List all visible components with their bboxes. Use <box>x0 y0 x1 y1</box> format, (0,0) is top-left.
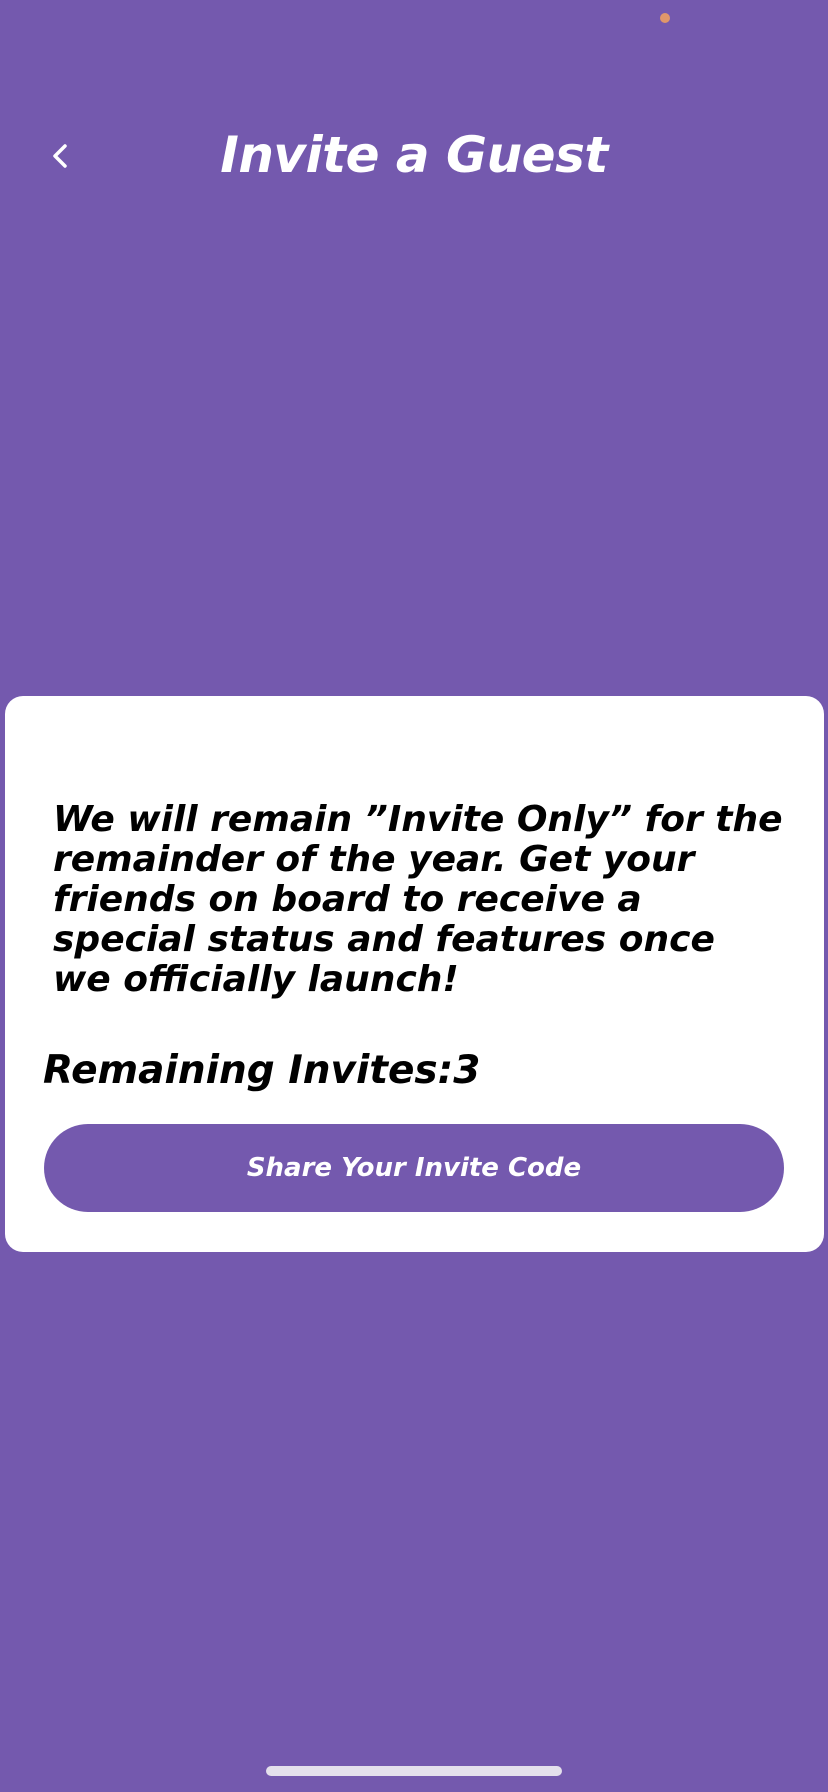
remaining-invites-count: 3 <box>453 1048 481 1093</box>
share-invite-code-button[interactable]: Share Your Invite Code <box>44 1124 784 1212</box>
remaining-invites: Remaining Invites:3 <box>43 1048 480 1094</box>
page-title: Invite a Guest <box>220 126 608 184</box>
invite-card: We will remain ”Invite Only” for the rem… <box>5 696 824 1252</box>
remaining-invites-label: Remaining Invites: <box>43 1048 454 1093</box>
home-indicator[interactable] <box>266 1766 562 1776</box>
status-indicator-dot <box>660 13 670 23</box>
header: Invite a Guest <box>0 110 828 200</box>
invite-message: We will remain ”Invite Only” for the rem… <box>53 799 783 1000</box>
